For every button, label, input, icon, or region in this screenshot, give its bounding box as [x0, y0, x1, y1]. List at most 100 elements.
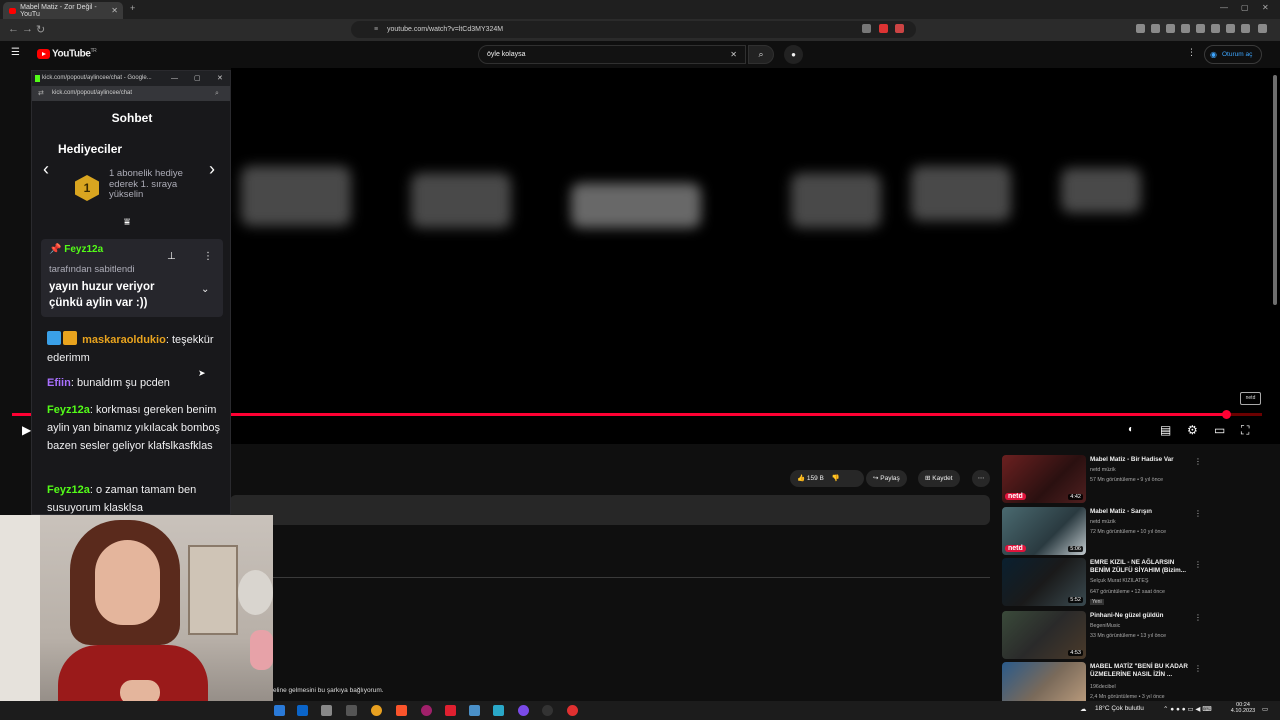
chat-username[interactable]: maskaraoldukio [82, 334, 166, 346]
share-button[interactable]: ↪ Paylaş [866, 470, 907, 487]
close-tab-icon[interactable]: ✕ [111, 6, 118, 15]
recommendation-item[interactable]: 5:52 EMRE KIZIL - NE AĞLARSIN BENİM ZÜLF… [1002, 558, 1202, 608]
tray-icons[interactable]: ⌃ ● ● ● ▭ ◀ ⌨ [1163, 705, 1212, 713]
extension-icon[interactable] [862, 24, 871, 33]
sidebar-icon[interactable] [1151, 24, 1160, 33]
save-button[interactable]: ⊞ Kaydet [918, 470, 960, 487]
weather-text[interactable]: 18°C Çok bulutlu [1095, 705, 1144, 712]
extensions-icon[interactable] [1136, 24, 1145, 33]
more-options-icon[interactable]: ⋮ [1194, 560, 1202, 569]
app-icon[interactable] [445, 705, 456, 716]
channel-name[interactable]: netd müzik [1090, 467, 1116, 473]
chat-username[interactable]: Feyz12a [47, 404, 90, 416]
theater-mode-icon[interactable]: ▭ [1214, 423, 1225, 437]
chevron-down-icon[interactable]: ⌄ [201, 284, 209, 295]
discord-icon[interactable] [518, 705, 529, 716]
browser-tab[interactable]: Mabel Matiz - Zor Değil - YouTu ✕ [3, 2, 123, 19]
video-player[interactable] [231, 68, 1280, 444]
menu-icon[interactable] [1258, 24, 1267, 33]
app-icon[interactable] [493, 705, 504, 716]
youtube-logo-icon[interactable] [37, 49, 50, 59]
autoplay-toggle-icon[interactable]: ◐ [1128, 424, 1134, 435]
maximize-icon[interactable]: ▢ [194, 71, 201, 86]
site-info-icon[interactable]: ≡ [374, 21, 378, 38]
more-options-icon[interactable]: ⋮ [203, 251, 213, 262]
wallet-icon[interactable] [1166, 24, 1175, 33]
notification-icon[interactable]: ▭ [1262, 705, 1268, 713]
leo-icon[interactable] [1226, 24, 1235, 33]
video-thumbnail[interactable]: 5:52 [1002, 558, 1086, 606]
recommendation-item[interactable]: netd 4:42 Mabel Matiz - Bir Hadise Var n… [1002, 455, 1202, 505]
vpn-icon[interactable] [1181, 24, 1190, 33]
chevron-right-icon[interactable]: › [209, 159, 215, 180]
youtube-logo[interactable]: YouTubeTR [52, 48, 97, 59]
chat-username[interactable]: Feyz12a [47, 484, 90, 496]
chat-username[interactable]: Efiin [47, 377, 71, 389]
brave-shield-icon[interactable] [879, 24, 888, 33]
pinned-user[interactable]: 📌 Feyz12a [49, 244, 103, 255]
video-title[interactable]: EMRE KIZIL - NE AĞLARSIN BENİM ZÜLFÜ SİY… [1090, 559, 1195, 575]
video-title[interactable]: Mabel Matiz - Bir Hadise Var [1090, 456, 1195, 464]
more-actions-button[interactable]: ⋯ [972, 470, 990, 487]
chat-url-bar[interactable]: ⇄ kick.com/popout/aylincee/chat ⌕ [32, 86, 230, 101]
weather-icon[interactable]: ☁ [1080, 705, 1087, 713]
search-button[interactable]: ⌕ [748, 45, 774, 64]
more-options-icon[interactable]: ⋮ [1194, 457, 1202, 466]
settings-gear-icon[interactable]: ⚙ [1187, 423, 1198, 437]
channel-name[interactable]: Selçuk Murat KIZILATEŞ [1090, 578, 1148, 584]
voice-search-button[interactable]: ● [784, 45, 803, 64]
opera-icon[interactable] [421, 705, 432, 716]
page-scrollbar[interactable] [1273, 75, 1277, 305]
recommendation-item[interactable]: netd 5:06 Mabel Matiz - Sarışın netd müz… [1002, 507, 1202, 557]
like-button[interactable]: 👍 159 B 👎 [790, 470, 864, 487]
app-icon[interactable] [542, 705, 553, 716]
outlook-icon[interactable] [297, 705, 308, 716]
app-icon[interactable] [469, 705, 480, 716]
url-field[interactable]: ≡ youtube.com/watch?v=ltCd3MY324M [351, 21, 916, 38]
more-options-icon[interactable]: ⋮ [1187, 47, 1196, 58]
downloads-icon[interactable] [1211, 24, 1220, 33]
channel-name[interactable]: netd müzik [1090, 519, 1116, 525]
hamburger-menu-icon[interactable]: ☰ [11, 47, 20, 58]
rewards-icon[interactable] [895, 24, 904, 33]
back-icon[interactable]: ← [8, 23, 19, 35]
explorer-icon[interactable] [274, 705, 285, 716]
video-title[interactable]: Mabel Matiz - Sarışın [1090, 508, 1195, 516]
channel-name[interactable]: 196decibel [1090, 684, 1116, 690]
chat-popup-window[interactable]: kick.com/popout/aylincee/chat - Google..… [31, 70, 231, 515]
description-box[interactable] [230, 495, 990, 525]
profile-icon[interactable] [1196, 24, 1205, 33]
more-options-icon[interactable]: ⋮ [1194, 509, 1202, 518]
channel-name[interactable]: BegeniMusic [1090, 623, 1120, 629]
progress-scrubber[interactable] [1222, 410, 1231, 419]
forward-icon[interactable]: → [22, 23, 33, 35]
close-icon[interactable]: ✕ [217, 71, 223, 86]
minimize-icon[interactable]: — [171, 71, 178, 86]
chrome-icon[interactable] [371, 705, 382, 716]
more-options-icon[interactable]: ⋮ [1194, 613, 1202, 622]
zoom-icon[interactable]: ⌕ [215, 86, 219, 101]
video-title[interactable]: Pinhani-Ne güzel güldün [1090, 612, 1195, 620]
close-window-icon[interactable]: ✕ [1262, 3, 1269, 12]
collapse-icon[interactable]: ⩸ [124, 217, 130, 228]
new-tab-icon[interactable]: + [130, 3, 135, 13]
chat-window-titlebar[interactable]: kick.com/popout/aylincee/chat - Google..… [32, 71, 230, 86]
app-icon[interactable] [567, 705, 578, 716]
video-thumbnail[interactable]: netd 4:42 [1002, 455, 1086, 503]
signin-button[interactable]: ◉ Oturum aç [1204, 45, 1262, 64]
pinned-message[interactable]: 📌 Feyz12a ⊥ ⋮ tarafından sabitlendi yayı… [41, 239, 223, 317]
fullscreen-icon[interactable]: ⛶ [1241, 423, 1249, 438]
unpin-icon[interactable]: ⊥ [167, 251, 176, 262]
subtitles-icon[interactable]: ▤ [1160, 423, 1171, 437]
channel-watermark[interactable]: netd [1240, 392, 1261, 405]
recommendation-item[interactable]: 4:53 Pinhani-Ne güzel güldün BegeniMusic… [1002, 611, 1202, 661]
thumbs-down-icon[interactable]: 👎 [832, 475, 840, 482]
video-thumbnail[interactable]: 4:53 [1002, 611, 1086, 659]
video-thumbnail[interactable]: netd 5:06 [1002, 507, 1086, 555]
settings-icon[interactable] [1241, 24, 1250, 33]
maximize-icon[interactable]: ▢ [1241, 3, 1249, 12]
brave-icon[interactable] [396, 705, 407, 716]
more-options-icon[interactable]: ⋮ [1194, 664, 1202, 673]
reload-icon[interactable]: ↻ [36, 23, 45, 36]
app-icon[interactable] [346, 705, 357, 716]
